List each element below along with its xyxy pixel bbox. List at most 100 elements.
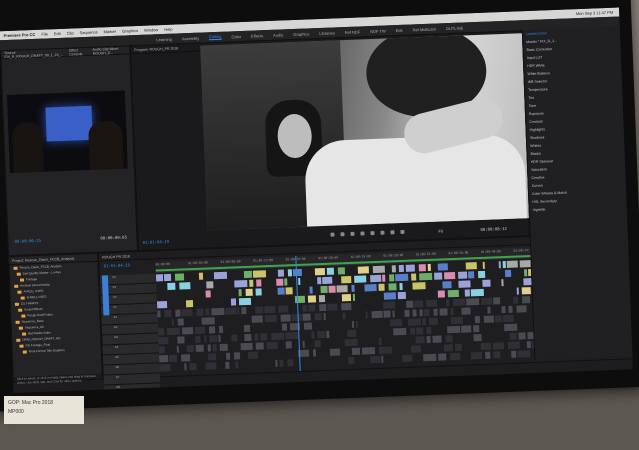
ws-ndf-tw[interactable]: NDF TW [370, 28, 386, 34]
mark-out-icon[interactable] [340, 232, 345, 237]
timeline-clip[interactable] [266, 341, 278, 350]
timeline-clip[interactable] [219, 343, 228, 352]
step-forward-icon[interactable] [370, 231, 375, 236]
timeline-clip[interactable] [277, 287, 285, 295]
timeline-clip[interactable] [260, 333, 268, 341]
timeline-clip[interactable] [354, 275, 367, 283]
timeline-clip[interactable] [237, 307, 240, 315]
timeline-clip[interactable] [233, 352, 241, 360]
timeline-clip[interactable] [378, 337, 382, 345]
timeline-clip[interactable] [434, 272, 443, 280]
timeline-clip[interactable] [181, 309, 193, 317]
timeline-clip[interactable] [395, 273, 409, 282]
timeline-clip[interactable] [302, 304, 308, 312]
timeline-clip[interactable] [225, 352, 231, 360]
timeline-clip[interactable] [458, 280, 471, 288]
timeline-clip[interactable] [407, 318, 422, 326]
timeline-clip[interactable] [307, 295, 317, 303]
timeline-clip[interactable] [433, 308, 438, 316]
timeline-clip[interactable] [450, 316, 464, 325]
timeline-clip[interactable] [329, 348, 341, 356]
timeline-clip[interactable] [320, 285, 328, 294]
timeline-clip[interactable] [474, 316, 480, 324]
timeline-clip[interactable] [446, 299, 450, 307]
timeline-clip[interactable] [311, 331, 315, 339]
ws-assembly[interactable]: Assembly [182, 35, 200, 41]
menu-marker[interactable]: Marker [104, 29, 117, 34]
timeline-clip[interactable] [521, 287, 531, 295]
timeline-clip[interactable] [371, 310, 383, 319]
timeline-clip[interactable] [423, 308, 430, 317]
timeline-clip[interactable] [255, 342, 264, 350]
timeline-clip[interactable] [508, 305, 513, 313]
tab-project[interactable]: Project: Rescue_Dawn_FCCB_Analysis [12, 256, 74, 262]
timeline-clip[interactable] [284, 278, 288, 286]
timeline-clip[interactable] [415, 336, 425, 344]
timeline-clip[interactable] [523, 269, 528, 277]
timeline-clip[interactable] [382, 274, 386, 282]
timeline-clip[interactable] [406, 300, 414, 308]
menu-edit[interactable]: Edit [54, 31, 61, 36]
menu-window[interactable]: Window [144, 27, 158, 33]
timeline-clip[interactable] [205, 290, 211, 298]
timeline-clip[interactable] [378, 283, 385, 291]
tab-program[interactable]: Program: ROUGH_PR 2018 [134, 46, 178, 52]
timeline-clip[interactable] [438, 353, 447, 361]
timeline-clip[interactable] [302, 340, 305, 348]
timeline-clip[interactable] [256, 279, 262, 287]
timeline-clip[interactable] [264, 314, 277, 323]
timeline-clip[interactable] [234, 279, 248, 288]
timeline-clip[interactable] [281, 323, 288, 331]
timeline-clip[interactable] [502, 314, 514, 323]
timeline-clip[interactable] [365, 311, 368, 319]
timeline-clip[interactable] [412, 309, 417, 317]
timeline-clip[interactable] [447, 289, 459, 298]
timeline-clip[interactable] [402, 354, 413, 363]
timeline-clip[interactable] [480, 342, 492, 351]
timeline-clip[interactable] [494, 315, 502, 323]
timeline-clip[interactable] [287, 359, 294, 367]
timeline-clip[interactable] [341, 302, 352, 311]
timeline-clip[interactable] [198, 272, 204, 280]
timeline-clip[interactable] [205, 308, 210, 316]
timeline-clip[interactable] [218, 335, 221, 343]
timeline-clip[interactable] [405, 264, 415, 272]
timeline-clip[interactable] [159, 363, 171, 372]
timeline-clip[interactable] [312, 349, 317, 357]
timeline-clip[interactable] [207, 353, 217, 361]
timeline-clip[interactable] [419, 309, 423, 317]
timeline-clip[interactable] [344, 338, 358, 347]
timeline-clip[interactable] [252, 270, 267, 278]
timeline-clip[interactable] [509, 332, 517, 340]
timeline-clip[interactable] [328, 285, 336, 293]
extract-icon[interactable] [390, 230, 395, 235]
timeline-clip[interactable] [437, 290, 445, 298]
timeline-clip[interactable] [209, 335, 218, 343]
timeline-clip[interactable] [481, 297, 493, 305]
timeline-clip[interactable] [189, 362, 197, 371]
timeline-clip[interactable] [487, 306, 491, 314]
timeline-clip[interactable] [211, 307, 225, 316]
timeline-clip[interactable] [235, 361, 239, 369]
timeline-clip[interactable] [196, 308, 204, 316]
timeline-clip[interactable] [308, 304, 316, 312]
timeline-clip[interactable] [287, 269, 293, 277]
timeline-clip[interactable] [370, 355, 381, 364]
timeline-clip[interactable] [351, 347, 361, 355]
timeline-clip[interactable] [176, 345, 179, 353]
timeline-clip[interactable] [444, 271, 456, 280]
timeline-clip[interactable] [427, 263, 431, 272]
timeline-clip[interactable] [404, 309, 410, 317]
timeline-clip[interactable] [378, 346, 393, 354]
timeline-clip[interactable] [314, 313, 322, 321]
timeline-clip[interactable] [342, 312, 346, 320]
step-back-icon[interactable] [350, 231, 355, 236]
timeline-clip[interactable] [485, 351, 491, 359]
timeline-clip[interactable] [251, 315, 263, 323]
timeline-clip[interactable] [166, 327, 181, 336]
timeline-clip[interactable] [426, 335, 431, 344]
timeline-clip[interactable] [244, 333, 252, 342]
timeline-clip[interactable] [450, 352, 461, 361]
timeline-clip[interactable] [322, 276, 333, 285]
timeline-clip[interactable] [225, 307, 237, 315]
